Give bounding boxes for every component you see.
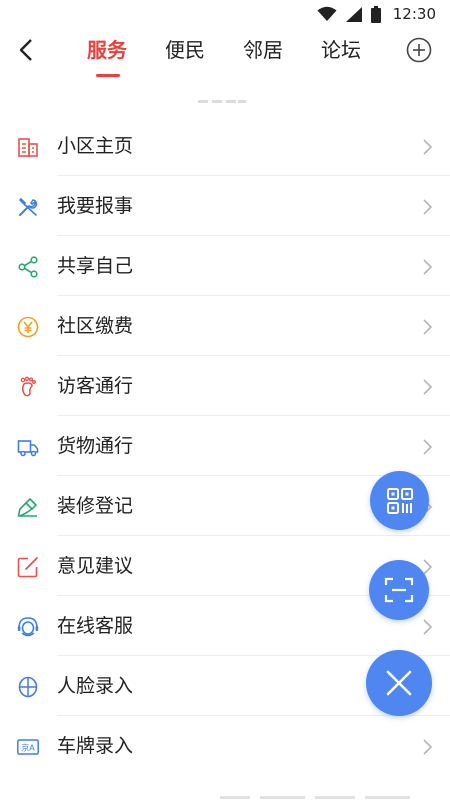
chevron-right-icon [423,139,433,155]
bottom-scroll-remnant [220,796,410,799]
list-item-community-home[interactable]: 小区主页 [0,116,450,176]
building-icon [18,138,38,157]
plus-circle-icon [406,37,432,63]
face-icon [18,676,38,698]
list-item-label: 装修登记 [57,495,134,517]
list-item-label: 货物通行 [57,435,134,457]
chevron-right-icon [423,439,433,455]
truck-icon [17,440,39,457]
qr-code-button[interactable] [370,471,429,530]
signal-icon [345,7,362,22]
list-item-label: 小区主页 [57,135,134,157]
headset-icon [17,617,39,637]
list-item-label: 共享自己 [57,255,134,277]
tab-label: 服务 [87,38,127,62]
top-nav: 服务 便民 邻居 论坛 [0,30,450,82]
edit-icon [17,557,38,578]
status-bar: 12:30 [0,0,450,30]
scan-icon [384,577,414,603]
share-icon [18,256,38,278]
list-item-label: 访客通行 [57,375,134,397]
list-item-label: 在线客服 [57,615,134,637]
list-item-plate-enrollment[interactable]: 京A 车牌录入 [0,716,450,776]
scroll-remnant [198,100,246,103]
list-item-label: 人脸录入 [57,675,134,697]
chevron-right-icon [423,259,433,275]
list-item-label: 意见建议 [57,555,134,577]
status-time: 12:30 [392,5,436,23]
chevron-left-icon [19,39,32,61]
tab-service[interactable]: 服务 [87,35,165,77]
add-button[interactable] [406,37,432,63]
close-menu-button[interactable] [366,650,432,716]
plate-text: 京A [21,743,35,753]
qr-code-icon [386,487,413,514]
active-tab-indicator [96,74,120,77]
chevron-right-icon [423,319,433,335]
tab-neighbors[interactable]: 邻居 [243,35,321,67]
tab-bar: 服务 便民 邻居 论坛 [87,35,399,77]
list-item-visitor-pass[interactable]: 访客通行 [0,356,450,416]
tab-label: 论坛 [321,38,361,62]
list-item-share-self[interactable]: 共享自己 [0,236,450,296]
chevron-right-icon [423,739,433,755]
tab-forum[interactable]: 论坛 [321,35,399,67]
list-item-label: 我要报事 [57,195,134,217]
chevron-right-icon [423,619,433,635]
tab-label: 便民 [165,38,205,62]
wifi-icon [317,6,337,21]
yen-icon [17,316,39,338]
list-item-goods-pass[interactable]: 货物通行 [0,416,450,476]
list-item-report-issue[interactable]: 我要报事 [0,176,450,236]
footprint-icon [20,376,36,397]
back-button[interactable] [12,36,40,64]
scan-button[interactable] [369,560,429,620]
chevron-right-icon [423,379,433,395]
paint-brush-icon [17,498,37,517]
tab-convenience[interactable]: 便民 [165,35,243,67]
license-plate-icon: 京A [17,739,39,755]
close-icon [386,670,412,696]
list-item-community-payment[interactable]: 社区缴费 [0,296,450,356]
chevron-right-icon [423,199,433,215]
list-item-label: 车牌录入 [57,735,134,757]
tab-label: 邻居 [243,38,283,62]
battery-icon [370,5,381,23]
tools-icon [18,197,38,216]
list-item-label: 社区缴费 [57,315,134,337]
